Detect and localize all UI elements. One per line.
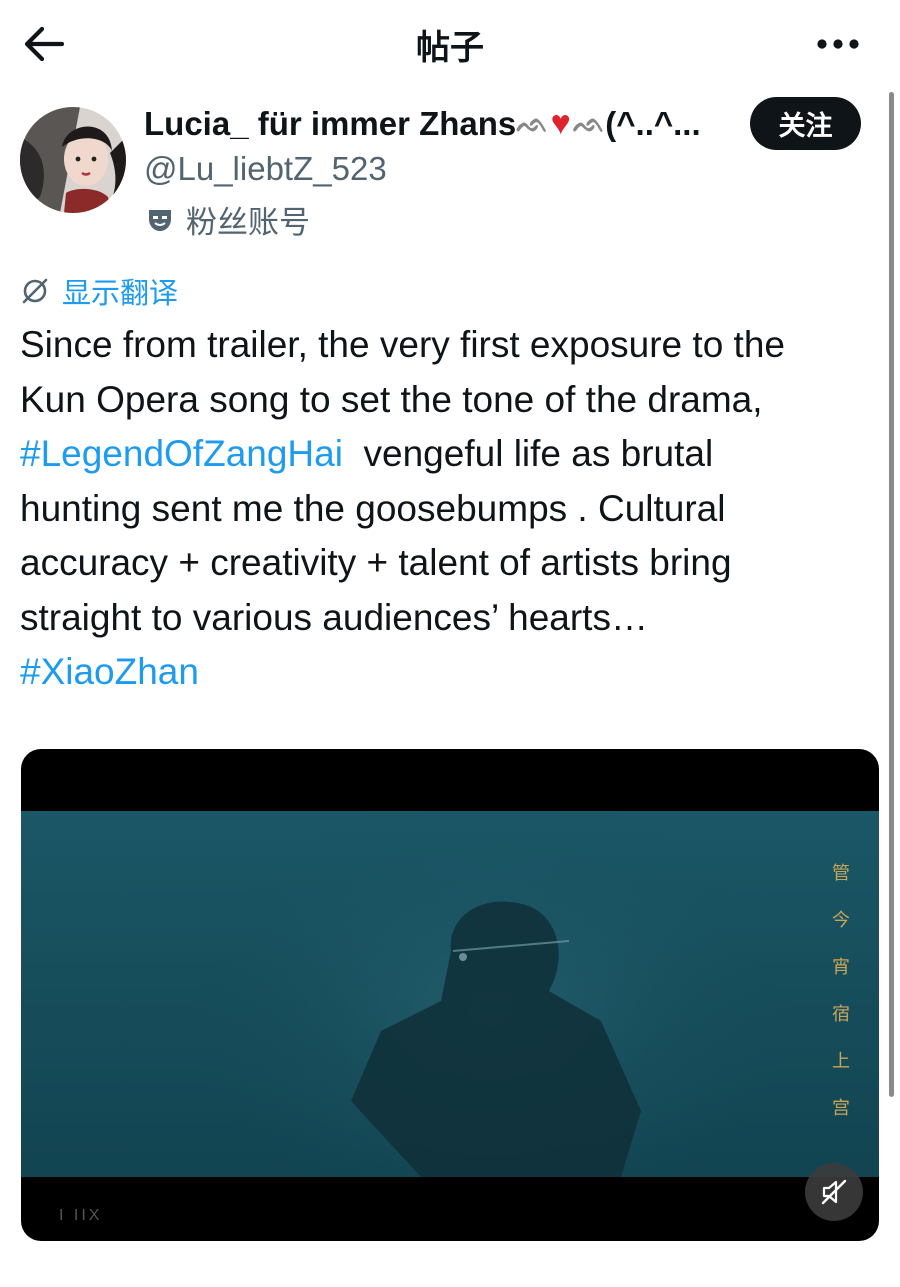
muted-speaker-icon: [821, 1179, 847, 1205]
show-translation-label: 显示翻译: [62, 276, 179, 310]
caption-char: 管: [832, 863, 850, 884]
hashtag-xiaozhan[interactable]: #XiaoZhan: [20, 651, 199, 692]
author-name-prefix: Lucia_ für immer Zhans: [144, 104, 517, 142]
avatar[interactable]: [20, 107, 126, 213]
post-line: #LegendOfZangHai vengeful life as brutal: [20, 427, 890, 482]
more-options-button[interactable]: [814, 26, 862, 62]
caption-char: 宿: [832, 1004, 850, 1025]
author-handle[interactable]: @Lu_liebtZ_523: [144, 150, 387, 188]
wing-right-icon: ᨒ: [572, 107, 606, 138]
show-translation-link[interactable]: 显示翻译: [20, 270, 178, 312]
video-vertical-caption: 管 今 宵 宿 上 宫: [829, 859, 853, 1141]
video-frame: [21, 811, 879, 1177]
video-player[interactable]: 管 今 宵 宿 上 宫 I IIX: [21, 749, 879, 1241]
author-name-suffix: (^..^...: [605, 104, 701, 142]
post-line-rest: vengeful life as brutal: [342, 433, 714, 474]
translate-icon: [22, 278, 48, 304]
post-line: hunting sent me the goosebumps . Cultura…: [20, 487, 726, 529]
fan-account-badge: 粉丝账号: [146, 197, 310, 242]
top-bar: 帖子: [0, 0, 900, 88]
caption-char: 上: [832, 1051, 850, 1072]
post-line: Since from trailer, the very first expos…: [20, 324, 785, 365]
caption-char: 宫: [832, 1098, 850, 1119]
post-line: #XiaoZhan: [20, 645, 890, 700]
post-line: straight to various audiences’ hearts…: [20, 596, 648, 638]
video-watermark: I IIX: [59, 1207, 103, 1224]
author-name[interactable]: Lucia_ für immer Zhans ᨒ ♥ ᨒ (^..^...: [144, 104, 701, 143]
post-text: Since from trailer, the very first expos…: [20, 318, 890, 700]
wing-left-icon: ᨒ: [516, 107, 549, 138]
heart-emoji-icon: ♥: [550, 104, 571, 142]
follow-button[interactable]: 关注: [750, 97, 861, 150]
fan-account-mask-icon: [149, 209, 171, 231]
post-line: Kun Opera song to set the tone of the dr…: [20, 378, 763, 420]
fan-account-label: 粉丝账号: [186, 205, 310, 241]
hashtag-legendofzanghai[interactable]: #LegendOfZangHai: [20, 433, 343, 474]
page-title: 帖子: [416, 28, 484, 68]
post-line: accuracy + creativity + talent of artist…: [20, 542, 732, 583]
caption-char: 宵: [832, 957, 850, 978]
caption-char: 今: [832, 910, 850, 931]
more-options-icon: [817, 39, 859, 49]
mute-toggle-button[interactable]: [805, 1163, 863, 1221]
